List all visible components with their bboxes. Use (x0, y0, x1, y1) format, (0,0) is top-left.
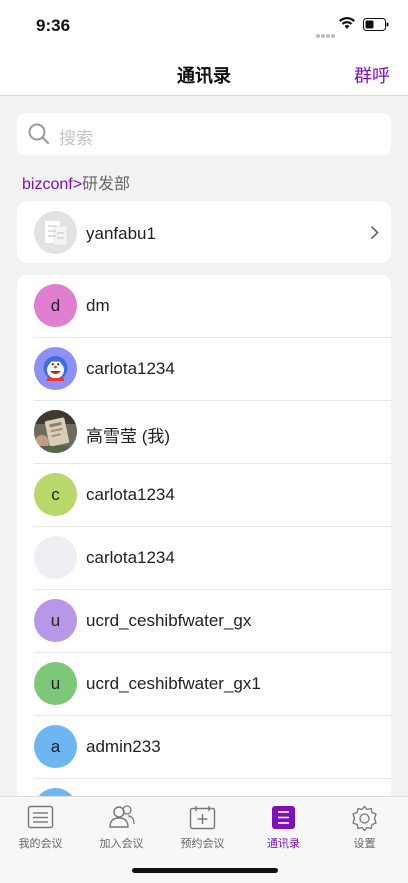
contact-row[interactable]: a admin233 (17, 716, 391, 779)
cartoon-avatar-icon (34, 347, 77, 390)
breadcrumb-separator: > (72, 176, 83, 193)
search-input[interactable]: 搜索 (17, 113, 391, 155)
breadcrumb: bizconf>研发部 (22, 170, 130, 194)
signal-dots-icon (316, 25, 336, 43)
contact-list: d dm carlota1234 高雪莹 (我) c carlota1234 c… (17, 275, 391, 815)
contacts-icon (272, 806, 295, 829)
contact-avatar: u (34, 599, 77, 642)
tab-join-meeting[interactable]: 加入会议 (81, 797, 162, 857)
department-row[interactable]: yanfabu1 (17, 201, 391, 263)
tab-settings[interactable]: 设置 (324, 797, 405, 857)
contact-row[interactable]: u ucrd_ceshibfwater_gx1 (17, 653, 391, 716)
tab-my-meetings[interactable]: 我的会议 (0, 797, 81, 857)
contact-row[interactable]: d dm (17, 275, 391, 338)
search-placeholder: 搜索 (59, 129, 93, 148)
status-time: 9:36 (36, 16, 71, 35)
navigation-bar: 通讯录 群呼 (0, 50, 408, 96)
chevron-right-icon (370, 225, 379, 245)
wifi-icon (338, 16, 356, 35)
contact-name: 高雪莹 (我) (86, 427, 171, 446)
contact-name: admin233 (86, 737, 161, 756)
contact-avatar: c (34, 473, 77, 516)
contact-row[interactable]: c carlota1234 (17, 464, 391, 527)
contact-name: carlota1234 (86, 485, 175, 504)
contact-row[interactable]: carlota1234 (17, 527, 391, 590)
search-icon (28, 123, 50, 145)
contact-avatar: a (34, 725, 77, 768)
tab-label: 我的会议 (18, 838, 63, 850)
meeting-list-icon (27, 805, 54, 829)
department-name: yanfabu1 (86, 224, 156, 243)
status-bar: 9:36 (0, 0, 408, 50)
contact-avatar: d (34, 284, 77, 327)
group-call-button[interactable]: 群呼 (354, 62, 390, 88)
tab-label: 设置 (353, 838, 376, 850)
tab-label: 预约会议 (180, 838, 225, 850)
contact-row[interactable]: carlota1234 (17, 338, 391, 401)
breadcrumb-root-link[interactable]: bizconf (22, 176, 73, 193)
contact-row[interactable]: 高雪莹 (我) (17, 401, 391, 464)
tab-schedule-meeting[interactable]: 预约会议 (162, 797, 243, 857)
page-title: 通讯录 (177, 66, 231, 86)
home-indicator (132, 868, 278, 873)
contact-avatar (34, 536, 77, 579)
department-icon (34, 211, 77, 254)
schedule-meeting-icon (189, 806, 216, 830)
contact-name: ucrd_ceshibfwater_gx1 (86, 674, 261, 693)
tab-contacts[interactable]: 通讯录 (243, 797, 324, 857)
contact-name: dm (86, 296, 110, 315)
battery-icon (363, 18, 389, 36)
tab-label: 加入会议 (99, 838, 144, 850)
contact-avatar: u (34, 662, 77, 705)
contact-name: carlota1234 (86, 359, 175, 378)
breadcrumb-current: 研发部 (82, 176, 131, 193)
contact-name: ucrd_ceshibfwater_gx (86, 611, 252, 630)
contact-row[interactable]: u ucrd_ceshibfwater_gx (17, 590, 391, 653)
settings-gear-icon (352, 805, 377, 832)
tab-label: 通讯录 (267, 838, 300, 850)
contact-name: carlota1234 (86, 548, 175, 567)
join-meeting-icon (109, 805, 135, 828)
photo-avatar (34, 410, 77, 453)
